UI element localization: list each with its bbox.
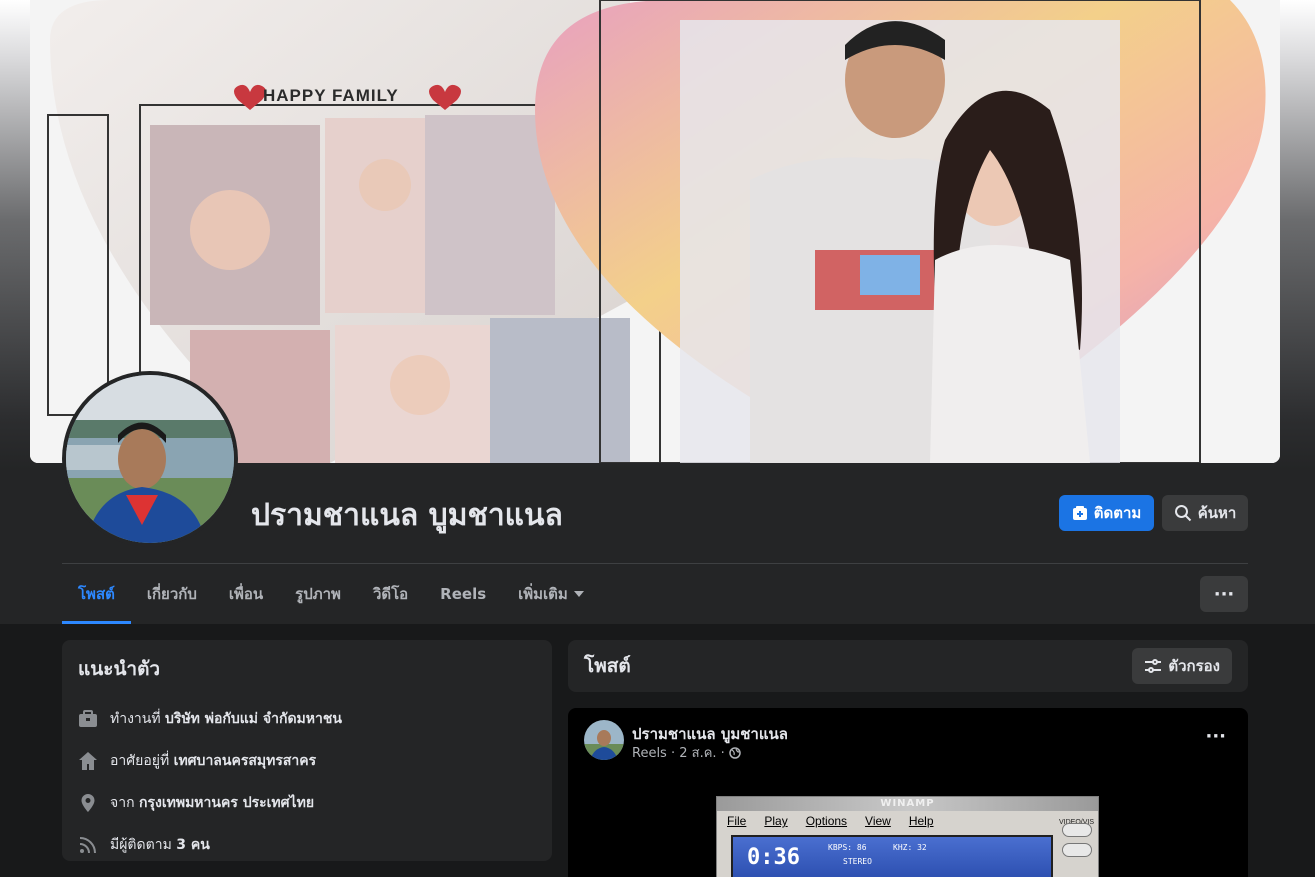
follow-button[interactable]: ติดตาม [1059, 495, 1154, 531]
intro-card: แนะนำตัว ทำงานที่ บริษัท พ่อกับแม่ จำกัด… [62, 640, 552, 861]
follow-icon [1072, 505, 1088, 521]
post-options-button[interactable]: ··· [1205, 726, 1226, 747]
winamp-menu: File Play Options View Help [727, 814, 934, 828]
posts-title: โพสต์ [584, 655, 631, 677]
winamp-side-buttons [1062, 823, 1092, 877]
location-pin-icon [78, 793, 98, 813]
winamp-kbps: KBPS: 86 [828, 843, 867, 852]
search-button[interactable]: ค้นหา [1162, 495, 1248, 531]
tab-videos[interactable]: วิดีโอ [357, 564, 424, 624]
more-dots-icon: ··· [1213, 583, 1235, 605]
posts-header: โพสต์ ตัวกรอง [568, 640, 1248, 692]
winamp-khz: KHZ: 32 [893, 843, 927, 852]
tab-posts[interactable]: โพสต์ [62, 564, 131, 624]
winamp-stereo: STEREO [843, 857, 872, 866]
follow-label: ติดตาม [1093, 504, 1142, 522]
intro-item-work: ทำงานที่ บริษัท พ่อกับแม่ จำกัดมหาชน [78, 698, 536, 740]
filter-button[interactable]: ตัวกรอง [1132, 648, 1232, 684]
briefcase-icon [78, 709, 98, 729]
tab-more[interactable]: เพิ่มเติม [502, 564, 600, 624]
post-meta: Reels · 2 ส.ค. · [632, 742, 741, 763]
intro-item-lives: อาศัยอยู่ที่ เทศบาลนครสมุทรสาคร [78, 740, 536, 782]
profile-name: ปรามชาแนล บูมชาแนล [251, 498, 563, 533]
globe-icon [729, 746, 741, 759]
more-options-button[interactable]: ··· [1200, 576, 1248, 612]
profile-avatar-image [66, 375, 234, 543]
cover-banner-text: HAPPY FAMILY [263, 86, 399, 105]
tab-reels[interactable]: Reels [424, 564, 502, 624]
tab-friends[interactable]: เพื่อน [213, 564, 279, 624]
post-author-avatar[interactable] [584, 720, 624, 760]
cover-photo[interactable]: HAPPY FAMILY [30, 0, 1280, 463]
post-card: ปรามชาแนล บูมชาแนล Reels · 2 ส.ค. · ··· … [568, 708, 1248, 877]
winamp-time: 0:36 [747, 845, 800, 870]
search-label: ค้นหา [1197, 504, 1237, 522]
intro-item-from: จาก กรุงเทพมหานคร ประเทศไทย [78, 782, 536, 824]
winamp-display: 0:36 KBPS: 86 KHZ: 32 STEREO [731, 835, 1053, 877]
profile-avatar[interactable] [62, 371, 238, 547]
caret-down-icon [573, 591, 584, 597]
search-icon [1174, 504, 1192, 522]
tab-about[interactable]: เกี่ยวกับ [131, 564, 213, 624]
filter-icon [1144, 658, 1162, 674]
winamp-video-frame[interactable]: WINAMP File Play Options View Help 0:36 … [716, 796, 1099, 877]
home-icon [78, 751, 98, 771]
rss-icon [78, 835, 98, 855]
profile-tabs: โพสต์ เกี่ยวกับ เพื่อน รูปภาพ วิดีโอ Ree… [62, 564, 600, 624]
winamp-title: WINAMP [717, 797, 1098, 811]
filter-label: ตัวกรอง [1168, 657, 1220, 675]
intro-item-followers: มีผู้ติดตาม 3 คน [78, 824, 536, 866]
cover-image [30, 0, 1280, 463]
intro-title: แนะนำตัว [78, 658, 161, 680]
tab-photos[interactable]: รูปภาพ [279, 564, 357, 624]
